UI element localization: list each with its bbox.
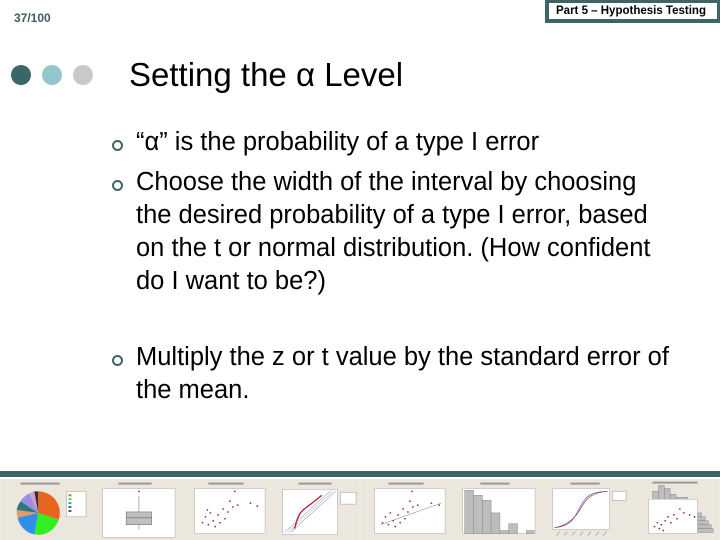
bullet-text: Choose the width of the interval by choo… bbox=[136, 168, 651, 295]
decor-dot-gray bbox=[73, 65, 93, 85]
histogram-icon bbox=[462, 482, 536, 534]
section-label: Part 5 – Hypothesis Testing bbox=[549, 3, 717, 19]
section-badge: Part 5 – Hypothesis Testing bbox=[545, 0, 720, 23]
scatterplot-thumbnail bbox=[181, 479, 269, 540]
boxplot-thumbnail bbox=[91, 479, 179, 540]
footer-divider bbox=[0, 471, 720, 477]
probability-plot-thumbnail bbox=[271, 479, 359, 540]
scatterplot-fit-thumbnail bbox=[361, 479, 449, 540]
cdf-plot-icon bbox=[552, 482, 627, 536]
bullet-text: Multiply the z or t value by the standar… bbox=[136, 343, 669, 404]
marginal-plot-icon bbox=[648, 481, 714, 534]
slide-title: Setting the α Level bbox=[129, 56, 404, 93]
hollow-circle-bullet-icon bbox=[112, 180, 123, 191]
marginal-plot-thumbnail bbox=[631, 479, 719, 540]
probability-plot-icon bbox=[282, 482, 357, 535]
scatterplot-icon bbox=[194, 482, 266, 534]
graph-thumbnail-strip bbox=[0, 479, 720, 540]
scatterplot-fit-icon bbox=[374, 482, 446, 534]
pie-chart-icon bbox=[16, 482, 87, 535]
hollow-circle-bullet-icon bbox=[112, 355, 123, 366]
decor-dot-dark bbox=[11, 65, 31, 85]
histogram-thumbnail bbox=[451, 479, 539, 540]
pie-chart-thumbnail bbox=[1, 479, 89, 540]
cdf-plot-thumbnail bbox=[541, 479, 629, 540]
slide-counter: 37/100 bbox=[14, 11, 51, 25]
hollow-circle-bullet-icon bbox=[112, 140, 123, 151]
bullet-text: “α” is the probability of a type I error bbox=[136, 128, 540, 156]
boxplot-icon bbox=[102, 482, 176, 538]
decor-dot-light bbox=[42, 65, 62, 85]
